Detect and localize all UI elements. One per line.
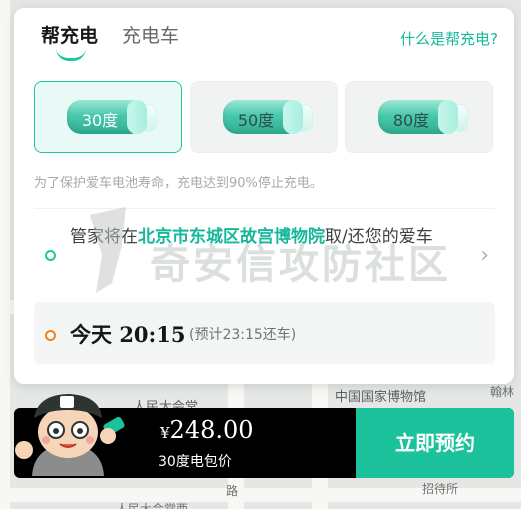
tab-charging-vehicle[interactable]: 充电车 [122, 21, 179, 48]
active-tab-indicator [56, 48, 86, 61]
book-now-button[interactable]: 立即预约 [356, 408, 514, 478]
charge-service-card: 帮充电 充电车 什么是帮充电? 30度 50度 80度 为了保护爱车电池寿命，充… [14, 8, 514, 384]
charge-amount-options: 30度 50度 80度 [34, 81, 495, 155]
what-is-help-charge-link[interactable]: 什么是帮充电? [400, 28, 498, 49]
watermark-logo-icon [90, 207, 126, 293]
charge-option-30[interactable]: 30度 [34, 81, 182, 153]
butler-mascot-icon [15, 394, 125, 476]
pickup-time-row[interactable]: 今天 20:15 (预计23:15还车) [34, 302, 495, 364]
tab-bar: 帮充电 充电车 什么是帮充电? [14, 8, 514, 63]
charge-option-80[interactable]: 80度 [345, 81, 493, 153]
pickup-dot-icon [45, 250, 56, 261]
return-estimate: (预计23:15还车) [189, 327, 297, 343]
charge-option-50[interactable]: 50度 [190, 81, 338, 153]
map-label-guesthouse: 招待所 [422, 482, 459, 496]
charge-option-label: 30度 [81, 111, 119, 130]
watermark-text: 奇安信攻防社区 [150, 242, 451, 288]
pickup-day: 今天 [70, 323, 112, 347]
tab-help-charge[interactable]: 帮充电 [41, 21, 98, 48]
pickup-time: 今天 20:15 [70, 319, 186, 349]
map-road [0, 300, 14, 314]
map-label-hanlin: 翰林 [490, 385, 515, 399]
charge-option-label: 80度 [392, 111, 430, 130]
price-amount: 248.00 [169, 416, 254, 444]
price-display: ¥248.00 [160, 416, 254, 444]
package-description: 30度电包价 [158, 454, 232, 470]
time-dot-icon [45, 330, 56, 341]
battery-protection-notice: 为了保护爱车电池寿命，充电达到90%停止充电。 [34, 176, 323, 191]
chevron-right-icon: › [480, 243, 489, 268]
map-label-road: 路 [226, 484, 239, 498]
map-label-museum: 中国国家博物馆 [335, 390, 427, 405]
pickup-clock: 20:15 [119, 322, 186, 347]
map-label-hall-west: 人民大会堂西 [116, 502, 189, 509]
charge-option-label: 50度 [237, 111, 275, 130]
currency-symbol: ¥ [160, 424, 170, 442]
